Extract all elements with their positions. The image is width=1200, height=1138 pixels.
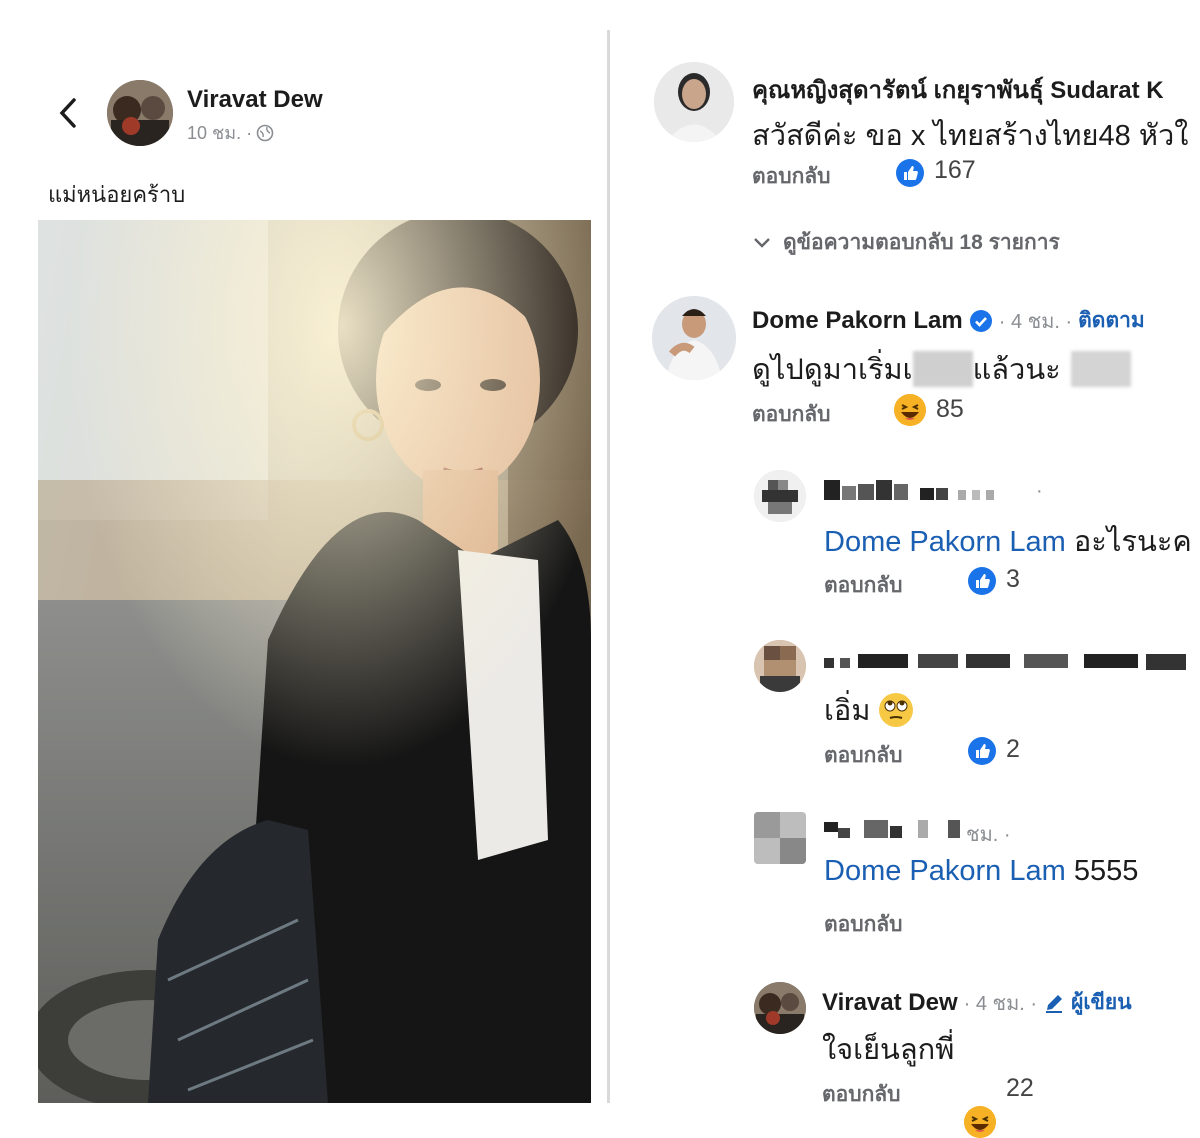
reaction-count: 3: [1006, 565, 1020, 593]
view-replies-label: ดูข้อความตอบกลับ 18 รายการ: [783, 231, 1060, 254]
reply-meta: · 4 ชม. ·: [963, 992, 1038, 1015]
chevron-down-icon: [754, 237, 770, 248]
back-button[interactable]: [55, 96, 83, 130]
panel-divider: [607, 30, 610, 1103]
reply-author[interactable]: Viravat Dew: [822, 989, 958, 1017]
reaction-count: 85: [936, 395, 964, 423]
reaction-count: 2: [1006, 735, 1020, 763]
reply-avatar[interactable]: [754, 640, 806, 692]
mention-link[interactable]: Dome Pakorn Lam: [824, 855, 1066, 887]
blurred-text: [1070, 351, 1131, 387]
reply-avatar[interactable]: [754, 812, 806, 864]
mention-link[interactable]: Dome Pakorn Lam: [824, 526, 1066, 558]
like-reaction-icon: [968, 737, 996, 765]
reply-button[interactable]: ตอบกลับ: [824, 908, 903, 941]
reply-button[interactable]: ตอบกลับ: [824, 739, 903, 772]
post-author-name[interactable]: Viravat Dew: [187, 86, 323, 114]
follow-link[interactable]: ติดตาม: [1078, 304, 1145, 337]
reply-text: เอิ่ม: [824, 687, 914, 733]
blurred-text: [912, 351, 973, 387]
comment-meta: · 4 ชม. ·: [998, 310, 1073, 333]
globe-icon: [256, 124, 274, 141]
post-photo-image: [38, 220, 591, 1103]
comment-text-part: แล้วนะ: [972, 354, 1061, 386]
reply-button[interactable]: ตอบกลับ: [752, 398, 831, 431]
comment-text-part: ดูไปดูมาเริ่มเ: [752, 354, 913, 386]
pixelated-name: [824, 652, 1200, 674]
comment-author[interactable]: Dome Pakorn Lam: [752, 307, 963, 335]
reply-text-body: 5555: [1073, 855, 1139, 887]
reply-text: Dome Pakorn Lam อะไรนะค: [824, 518, 1192, 564]
comment-avatar[interactable]: [654, 62, 734, 142]
post-caption: แม่หน่อยคร้าบ: [48, 182, 186, 207]
comment-header: Dome Pakorn Lam · 4 ชม. · ติดตาม: [752, 304, 1145, 337]
reply-header: Viravat Dew · 4 ชม. · ผู้เขียน: [822, 986, 1132, 1019]
pencil-icon: [1046, 994, 1063, 1013]
reply-button[interactable]: ตอบกลับ: [822, 1078, 901, 1111]
haha-reaction-icon: [964, 1106, 996, 1138]
author-badge: ผู้เขียน: [1071, 991, 1132, 1014]
reply-text-body: อะไรนะค: [1073, 526, 1192, 558]
pixelated-name: ชม. ·: [824, 818, 1044, 846]
reply-avatar[interactable]: [754, 470, 806, 522]
verified-badge-icon: [969, 309, 992, 332]
reply-meta: ·: [1036, 480, 1043, 502]
comment-avatar[interactable]: [652, 296, 736, 380]
comment-text: สวัสดีค่ะ ขอ x ไทยสร้างไทย48 หัวใ: [752, 120, 1189, 152]
post-photo[interactable]: [38, 220, 591, 1103]
eye-roll-emoji-icon: [879, 693, 914, 727]
reply-text: ใจเย็นลูกพี่: [822, 1034, 955, 1066]
post-author-avatar[interactable]: [107, 80, 173, 146]
reaction-count: 22: [1006, 1074, 1034, 1102]
reply-meta: ชม. ·: [966, 824, 1011, 846]
reply-text-body: เอิ่ม: [824, 695, 871, 727]
reaction-count: 167: [934, 156, 976, 184]
pixelated-name: ·: [824, 480, 1054, 502]
reply-text: Dome Pakorn Lam 5555: [824, 855, 1138, 888]
view-replies-link[interactable]: ดูข้อความตอบกลับ 18 รายการ: [753, 226, 1060, 259]
like-reaction-icon: [968, 567, 996, 595]
like-reaction-icon: [896, 159, 924, 187]
reply-button[interactable]: ตอบกลับ: [824, 569, 903, 602]
post-meta: 10 ชม. ·: [187, 118, 274, 147]
reply-button[interactable]: ตอบกลับ: [752, 160, 831, 193]
haha-reaction-icon: [894, 394, 926, 426]
chevron-left-icon: [59, 98, 76, 128]
comment-text: ดูไปดูมาเริ่มเ แล้วนะ: [752, 346, 1131, 392]
reply-avatar[interactable]: [754, 982, 806, 1034]
comment-author[interactable]: คุณหญิงสุดารัตน์ เกยุราพันธุ์ Sudarat K: [752, 70, 1164, 109]
post-time: 10 ชม. ·: [187, 123, 253, 143]
